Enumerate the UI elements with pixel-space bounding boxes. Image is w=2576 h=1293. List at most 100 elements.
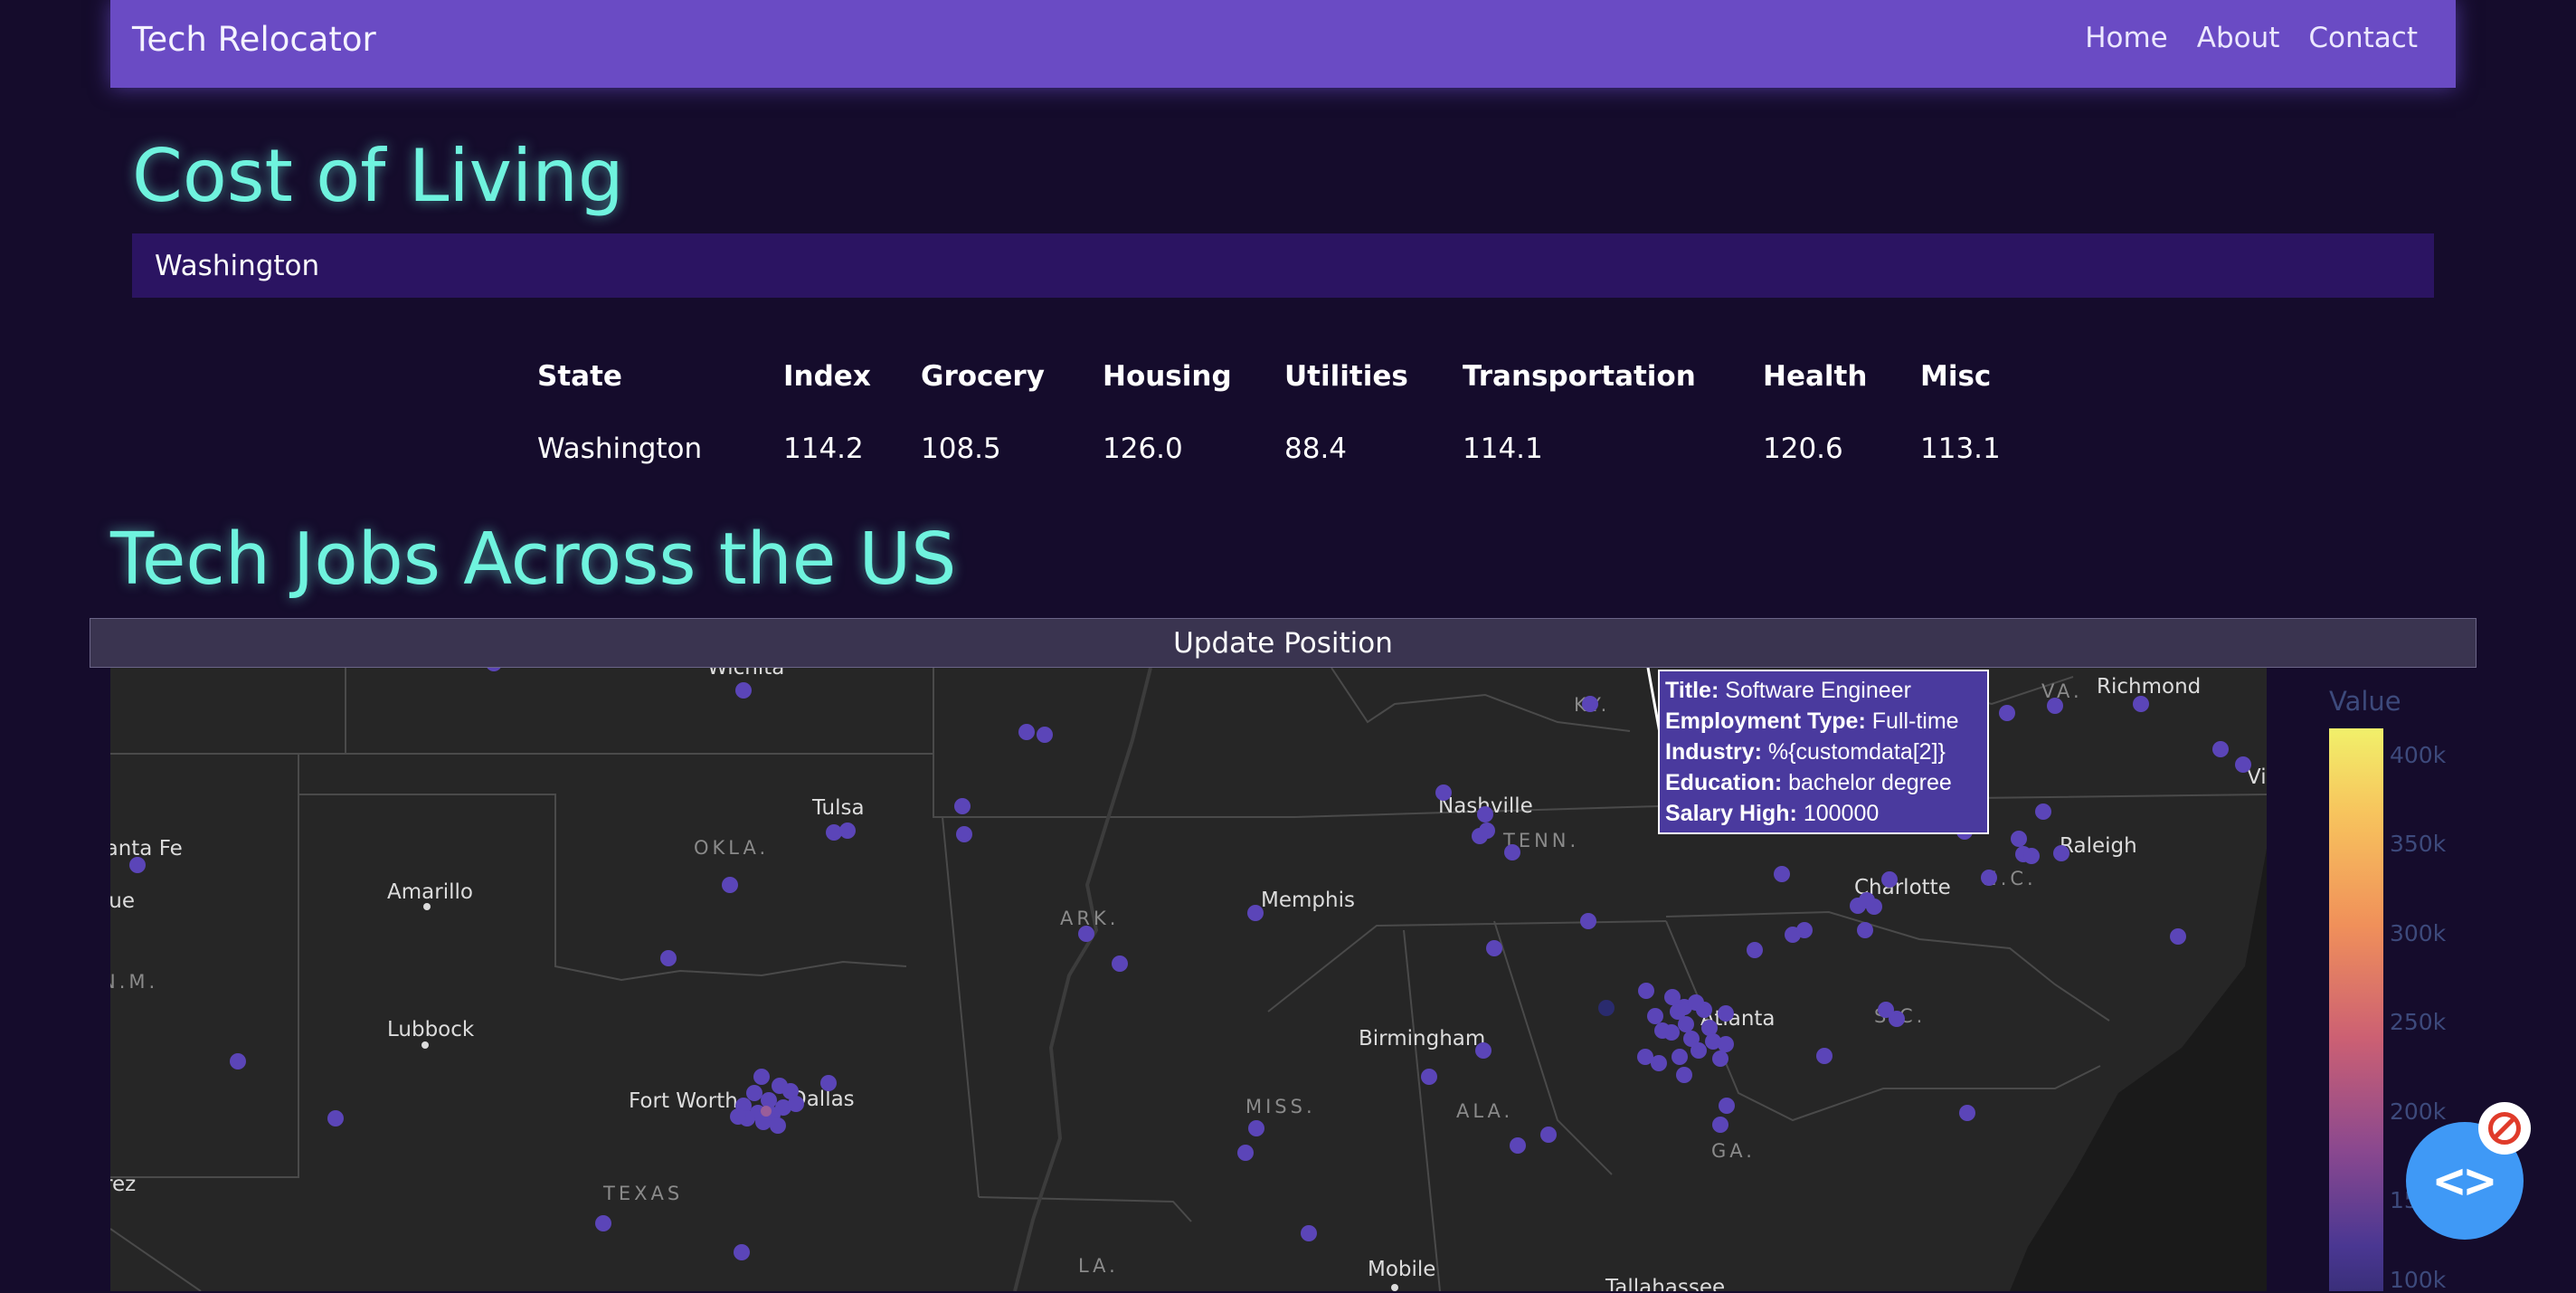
update-position-button[interactable]: Update Position xyxy=(90,618,2477,668)
job-marker[interactable] xyxy=(956,826,972,842)
state-label-nm: N.M. xyxy=(110,971,158,993)
job-marker[interactable] xyxy=(1078,926,1094,942)
colorbar-gradient xyxy=(2329,728,2383,1291)
job-marker[interactable] xyxy=(1510,1137,1526,1154)
job-marker-warm[interactable] xyxy=(761,1106,772,1117)
job-marker[interactable] xyxy=(734,1244,750,1260)
city-fort-worth: Fort Worth xyxy=(629,1089,738,1113)
cell-housing: 126.0 xyxy=(1103,433,1183,465)
job-marker[interactable] xyxy=(1638,983,1654,999)
job-marker[interactable] xyxy=(746,1085,762,1101)
job-marker[interactable] xyxy=(1637,1049,1653,1065)
job-marker[interactable] xyxy=(1816,1048,1833,1064)
job-marker[interactable] xyxy=(1540,1127,1557,1143)
job-marker[interactable] xyxy=(730,1108,746,1125)
city-santa-fe: Santa Fe xyxy=(110,837,183,860)
tooltip-row-employment: Employment Type: Full-time xyxy=(1665,708,1959,734)
job-marker[interactable] xyxy=(1654,1022,1671,1039)
job-marker[interactable] xyxy=(1696,1002,1712,1018)
job-marker[interactable] xyxy=(2035,803,2051,820)
job-marker[interactable] xyxy=(1301,1225,1317,1241)
job-marker[interactable] xyxy=(1504,844,1520,860)
job-marker[interactable] xyxy=(1712,1051,1728,1067)
job-marker[interactable] xyxy=(327,1110,344,1127)
job-marker[interactable] xyxy=(1718,1005,1734,1022)
nav-about-link[interactable]: About xyxy=(2197,22,2280,54)
job-marker[interactable] xyxy=(1248,1120,1264,1136)
city-amarillo: Amarillo xyxy=(387,880,473,904)
job-marker[interactable] xyxy=(1678,1016,1694,1032)
job-marker[interactable] xyxy=(1747,942,1763,958)
job-marker[interactable] xyxy=(1247,905,1264,921)
city-birmingham: Birmingham xyxy=(1359,1027,1485,1051)
job-marker[interactable] xyxy=(1712,1117,1728,1133)
job-marker[interactable] xyxy=(1237,1145,1254,1161)
job-marker[interactable] xyxy=(2011,831,2027,847)
job-marker[interactable] xyxy=(486,668,502,671)
cell-utilities: 88.4 xyxy=(1284,433,1348,465)
job-marker[interactable] xyxy=(595,1215,611,1231)
state-select[interactable]: Washington xyxy=(132,233,2434,298)
job-marker[interactable] xyxy=(954,798,971,814)
job-marker[interactable] xyxy=(1018,724,1035,740)
job-marker[interactable] xyxy=(735,682,752,699)
state-label-miss: MISS. xyxy=(1245,1096,1316,1117)
job-marker[interactable] xyxy=(1981,870,1997,886)
job-marker[interactable] xyxy=(1705,1033,1721,1050)
job-marker[interactable] xyxy=(1719,1098,1735,1114)
job-marker[interactable] xyxy=(2133,696,2149,712)
job-marker[interactable] xyxy=(1580,913,1596,929)
nav-home-link[interactable]: Home xyxy=(2085,22,2168,54)
job-marker[interactable] xyxy=(2023,848,2040,864)
job-marker[interactable] xyxy=(839,822,856,839)
job-marker[interactable] xyxy=(1999,705,2015,721)
job-marker[interactable] xyxy=(755,1114,772,1130)
job-marker[interactable] xyxy=(1435,784,1452,801)
job-marker[interactable] xyxy=(770,1117,786,1134)
job-marker[interactable] xyxy=(2053,845,2069,861)
job-marker[interactable] xyxy=(1889,1011,1905,1027)
job-marker[interactable] xyxy=(820,1075,837,1091)
job-marker[interactable] xyxy=(1647,1008,1663,1024)
no-entry-icon xyxy=(2488,1112,2521,1145)
job-marker[interactable] xyxy=(788,1096,804,1112)
job-marker[interactable] xyxy=(1582,696,1598,712)
job-marker[interactable] xyxy=(1959,1105,1975,1121)
job-marker-highlight[interactable] xyxy=(1598,1000,1615,1016)
job-marker[interactable] xyxy=(1475,1042,1492,1059)
job-marker[interactable] xyxy=(1472,828,1488,844)
city-lubbock: Lubbock xyxy=(387,1018,475,1041)
job-marker[interactable] xyxy=(1857,922,1873,938)
job-marker[interactable] xyxy=(1796,922,1813,938)
nav-links: Home About Contact xyxy=(2085,22,2418,54)
job-marker[interactable] xyxy=(1774,866,1790,882)
job-marker[interactable] xyxy=(2047,698,2063,714)
job-marker[interactable] xyxy=(1690,1042,1707,1059)
job-marker[interactable] xyxy=(2235,756,2251,773)
header-transportation: Transportation xyxy=(1463,360,1696,393)
job-marker[interactable] xyxy=(1881,871,1898,888)
job-marker[interactable] xyxy=(1477,806,1493,822)
job-marker[interactable] xyxy=(1037,727,1053,743)
cell-index: 114.2 xyxy=(783,433,864,465)
job-marker[interactable] xyxy=(230,1053,246,1070)
job-marker[interactable] xyxy=(1486,940,1502,956)
job-marker[interactable] xyxy=(2212,741,2229,757)
nav-contact-link[interactable]: Contact xyxy=(2308,22,2418,54)
tooltip-row-title: Title: Software Engineer xyxy=(1665,678,1911,703)
job-marker[interactable] xyxy=(761,1092,777,1108)
job-marker[interactable] xyxy=(753,1069,770,1085)
brand-title[interactable]: Tech Relocator xyxy=(132,20,376,59)
job-marker[interactable] xyxy=(129,857,146,873)
job-marker[interactable] xyxy=(722,877,738,893)
job-marker[interactable] xyxy=(1676,1067,1692,1083)
job-marker[interactable] xyxy=(1421,1069,1437,1085)
job-marker[interactable] xyxy=(2170,928,2186,945)
job-marker[interactable] xyxy=(660,950,677,966)
no-entry-badge[interactable] xyxy=(2478,1102,2531,1155)
city-memphis: Memphis xyxy=(1261,889,1355,912)
job-marker[interactable] xyxy=(1866,898,1882,915)
job-marker[interactable] xyxy=(1672,1049,1688,1065)
cell-grocery: 108.5 xyxy=(921,433,1001,465)
job-marker[interactable] xyxy=(1112,955,1128,972)
